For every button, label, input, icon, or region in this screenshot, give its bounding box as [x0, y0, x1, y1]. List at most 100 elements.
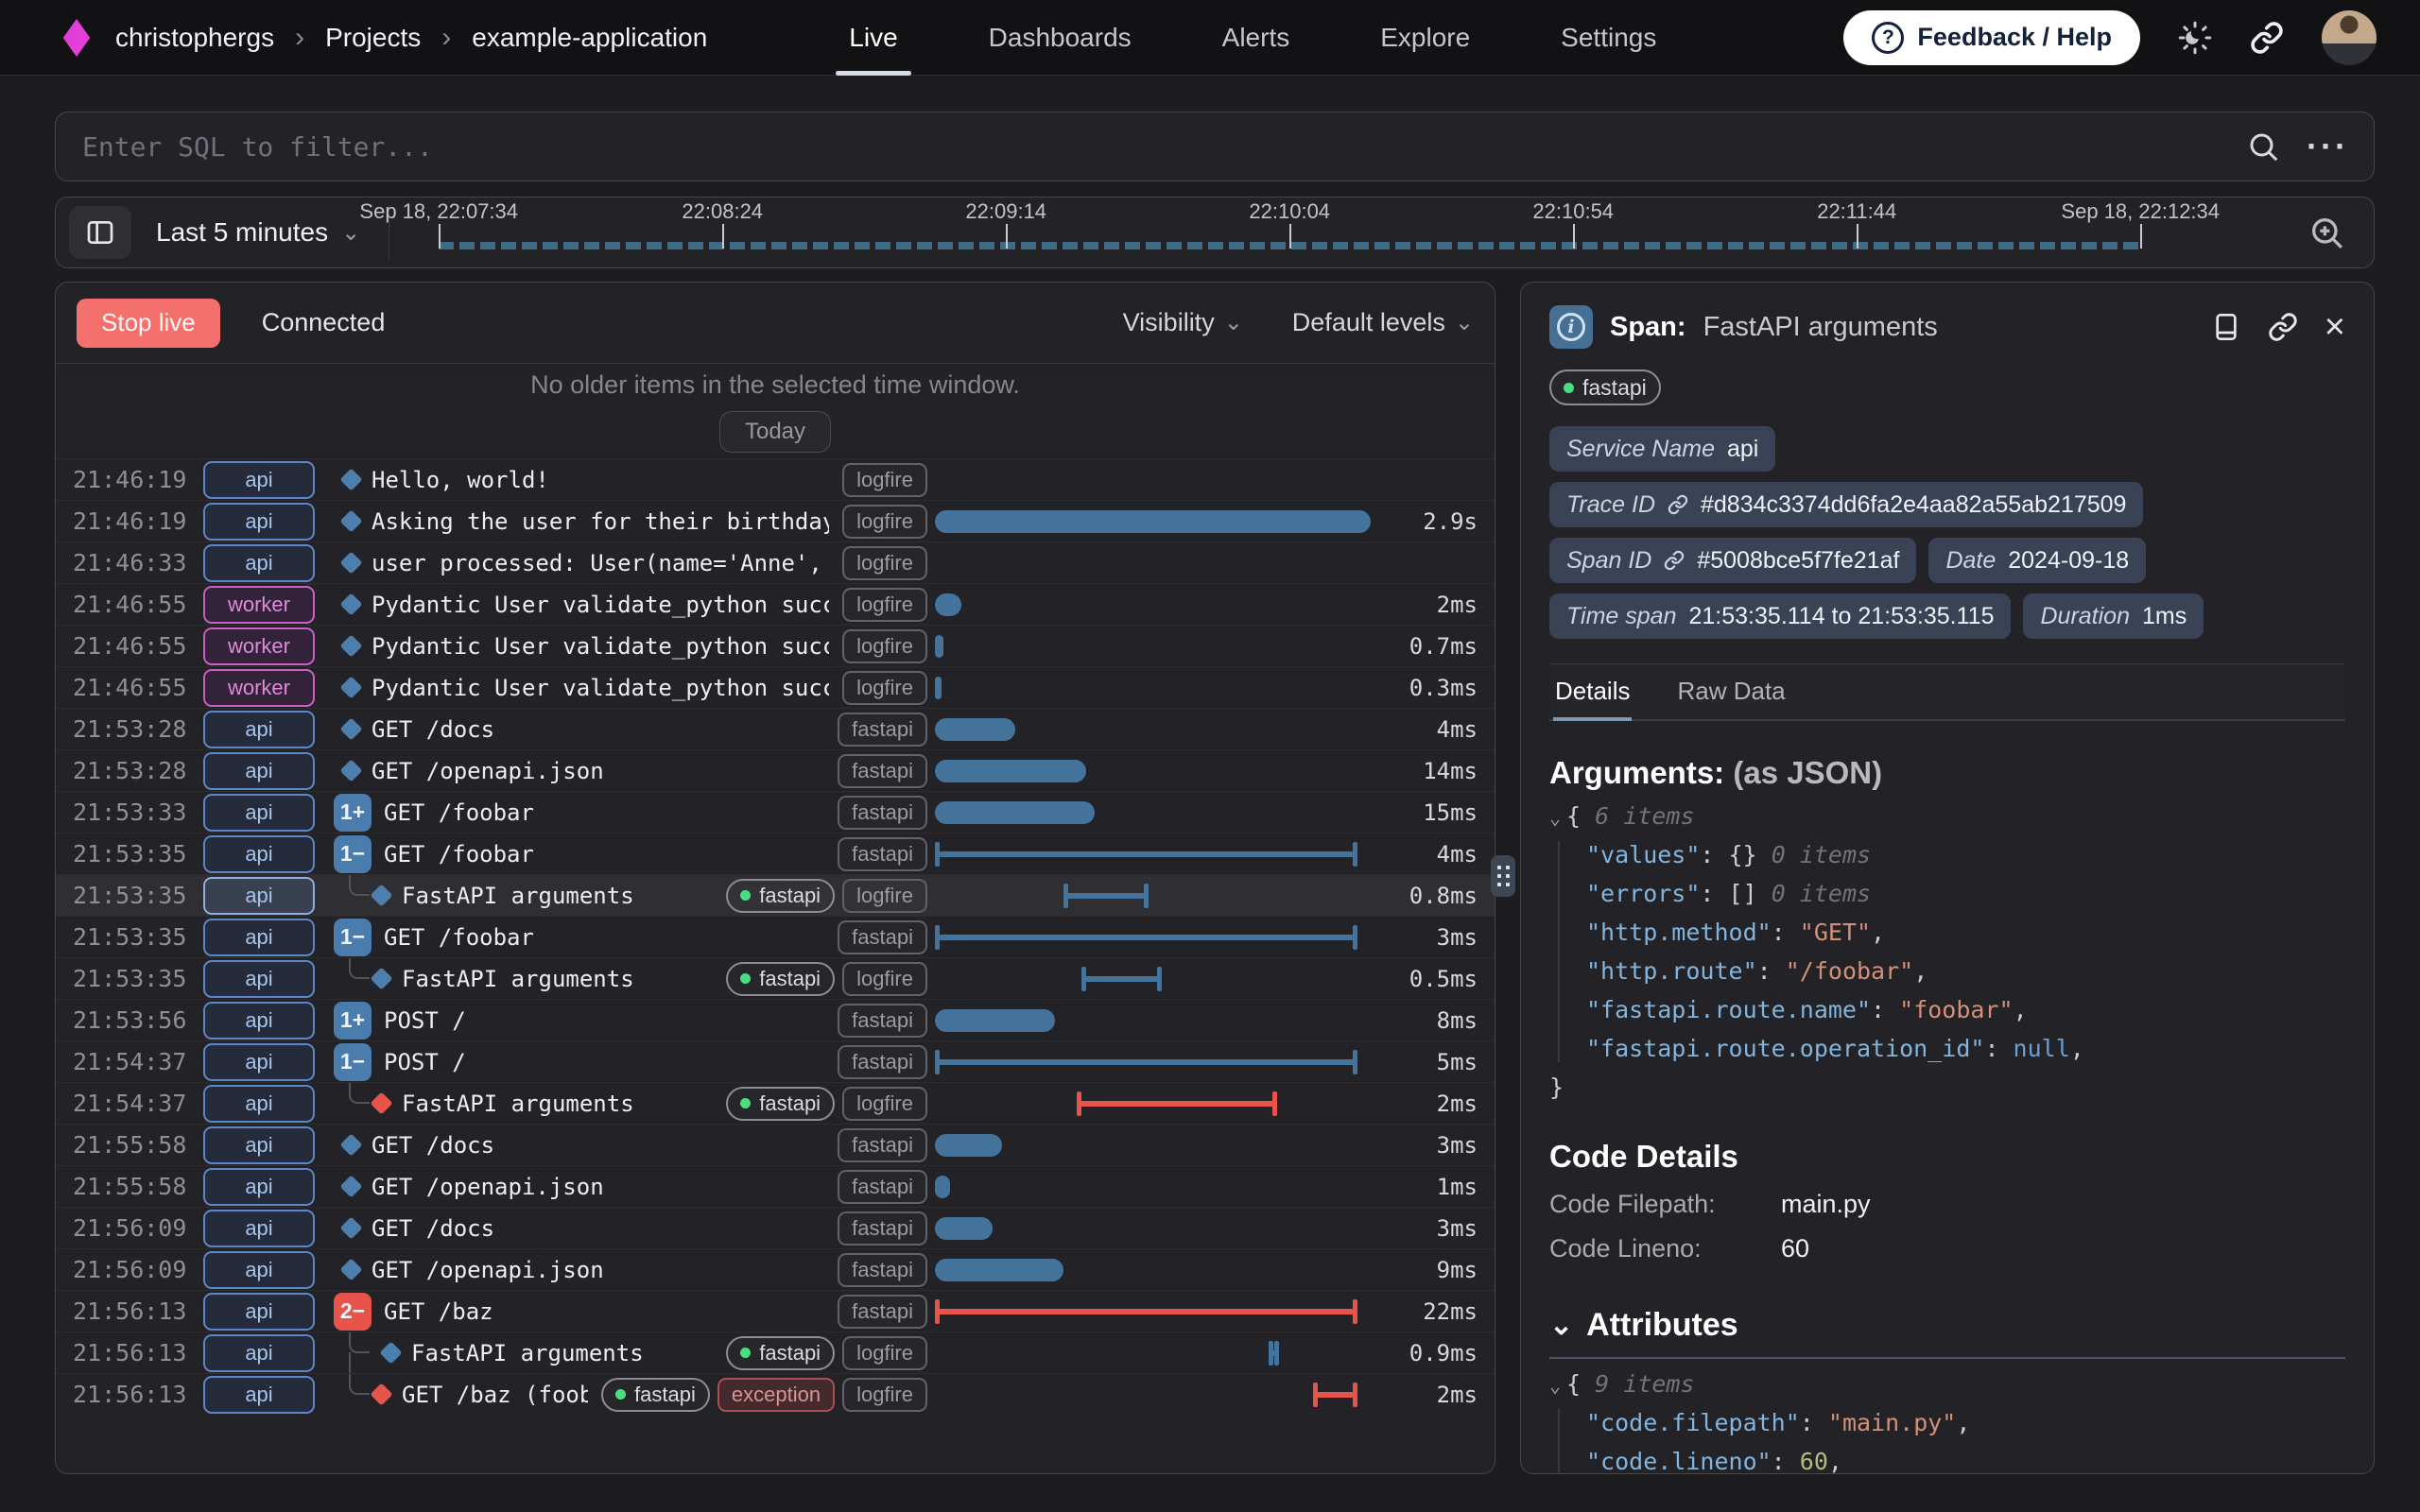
table-row[interactable]: 21:46:19 api Asking the user for their b…	[56, 500, 1495, 541]
scope-badge[interactable]: worker	[203, 669, 315, 707]
row-message[interactable]: POST /	[384, 1049, 466, 1075]
link-icon[interactable]	[1664, 550, 1685, 571]
row-message[interactable]: Pydantic User validate_python succe	[372, 633, 829, 660]
row-message[interactable]: user processed: User(name='Anne', c	[372, 550, 829, 576]
table-row[interactable]: 21:56:13 api GET /baz (foobar)fastapiexc…	[56, 1373, 1495, 1415]
theme-toggle-icon[interactable]	[2178, 21, 2212, 55]
tag-logfire[interactable]: logfire	[842, 463, 927, 497]
breadcrumb-org[interactable]: christophergs	[115, 23, 274, 53]
scope-badge[interactable]: api	[203, 1334, 315, 1372]
tag-fastapi[interactable]: fastapi	[838, 796, 927, 830]
tag-logfire[interactable]: logfire	[842, 1087, 927, 1121]
search-icon[interactable]	[2246, 129, 2280, 163]
tag-fastapi[interactable]: fastapi	[838, 837, 927, 871]
table-row[interactable]: 21:54:37 api FastAPI argumentsfastapilog…	[56, 1082, 1495, 1124]
tab-live[interactable]: Live	[849, 0, 897, 76]
table-row[interactable]: 21:55:58 api GET /docsfastapi 3ms	[56, 1124, 1495, 1165]
row-message[interactable]: GET /openapi.json	[372, 1174, 604, 1200]
row-message[interactable]: GET /foobar	[384, 924, 534, 951]
scope-badge[interactable]: api	[203, 1085, 315, 1123]
sql-filter-input[interactable]	[80, 130, 2246, 163]
row-message[interactable]: GET /openapi.json	[372, 758, 604, 784]
copy-link-icon[interactable]	[2268, 312, 2298, 342]
tag-logfire[interactable]: logfire	[842, 879, 927, 913]
scope-badge[interactable]: api	[203, 794, 315, 832]
sidebar-toggle-icon[interactable]	[69, 206, 131, 259]
scope-badge[interactable]: api	[203, 461, 315, 499]
scope-badge[interactable]: api	[203, 960, 315, 998]
tag-fastapi[interactable]: fastapi	[838, 1128, 927, 1162]
row-message[interactable]: Asking the user for their birthday	[372, 508, 829, 535]
collapse-caret-icon[interactable]: ⌄	[1549, 1374, 1561, 1397]
tag-fastapi[interactable]: fastapi	[726, 1336, 835, 1370]
share-link-icon[interactable]	[2250, 21, 2284, 55]
metadata-chip[interactable]: Span ID#5008bce5f7fe21af	[1549, 538, 1916, 583]
scope-badge[interactable]: api	[203, 1002, 315, 1040]
time-range-selector[interactable]: Last 5 minutes ⌄	[156, 217, 360, 248]
table-row[interactable]: 21:53:35 api FastAPI argumentsfastapilog…	[56, 874, 1495, 916]
attributes-toggle[interactable]: ⌄ Attributes	[1549, 1307, 2345, 1344]
tag-fastapi[interactable]: fastapi	[726, 879, 835, 913]
visibility-dropdown[interactable]: Visibility ⌄	[1123, 308, 1243, 337]
tab-dashboards[interactable]: Dashboards	[989, 0, 1132, 76]
row-message[interactable]: GET /docs	[372, 1132, 494, 1159]
scope-badge[interactable]: api	[203, 503, 315, 541]
scope-badge[interactable]: api	[203, 711, 315, 748]
tag-fastapi[interactable]: fastapi	[838, 1004, 927, 1038]
table-row[interactable]: 21:46:55 worker Pydantic User validate_p…	[56, 583, 1495, 625]
tag-logfire[interactable]: logfire	[842, 588, 927, 622]
scope-badge[interactable]: api	[203, 1376, 315, 1414]
more-options-icon[interactable]: ···	[2307, 137, 2349, 156]
scope-badge[interactable]: api	[203, 752, 315, 790]
scope-badge[interactable]: api	[203, 919, 315, 956]
table-row[interactable]: 21:56:09 api GET /docsfastapi 3ms	[56, 1207, 1495, 1248]
stop-live-button[interactable]: Stop live	[77, 299, 220, 348]
tag-fastapi[interactable]: fastapi	[838, 1170, 927, 1204]
row-message[interactable]: GET /foobar	[384, 799, 534, 826]
tag-logfire[interactable]: logfire	[842, 962, 927, 996]
scope-badge[interactable]: api	[203, 1168, 315, 1206]
row-message[interactable]: Pydantic User validate_python succe	[372, 675, 829, 701]
row-message[interactable]: GET /baz	[384, 1298, 493, 1325]
table-row[interactable]: 21:53:33 api 1+GET /foobarfastapi 15ms	[56, 791, 1495, 833]
row-message[interactable]: GET /baz (foobar)	[402, 1382, 588, 1408]
scope-badge[interactable]: api	[203, 835, 315, 873]
default-levels-dropdown[interactable]: Default levels ⌄	[1292, 308, 1474, 337]
collapse-count-badge[interactable]: 1+	[334, 1002, 372, 1040]
table-row[interactable]: 21:46:55 worker Pydantic User validate_p…	[56, 666, 1495, 708]
breadcrumb-projects[interactable]: Projects	[325, 23, 421, 53]
table-row[interactable]: 21:53:35 api FastAPI argumentsfastapilog…	[56, 957, 1495, 999]
collapse-count-badge[interactable]: 1+	[334, 794, 372, 832]
scope-badge[interactable]: api	[203, 877, 315, 915]
tab-explore[interactable]: Explore	[1380, 0, 1470, 76]
tag-exception[interactable]: exception	[717, 1378, 835, 1412]
table-row[interactable]: 21:56:13 api 2−GET /bazfastapi 22ms	[56, 1290, 1495, 1332]
tag-logfire[interactable]: logfire	[842, 505, 927, 539]
tag-fastapi[interactable]: fastapi	[838, 1295, 927, 1329]
scope-badge[interactable]: api	[203, 544, 315, 582]
fastapi-tag[interactable]: fastapi	[1549, 369, 1661, 405]
table-row[interactable]: 21:53:56 api 1+POST /fastapi 8ms	[56, 999, 1495, 1040]
tag-fastapi[interactable]: fastapi	[838, 713, 927, 747]
timeline-track[interactable]: Sep 18, 22:07:3422:08:2422:09:1422:10:04…	[408, 198, 2277, 267]
user-avatar[interactable]	[2322, 10, 2377, 65]
row-message[interactable]: Hello, world!	[372, 467, 549, 493]
collapse-caret-icon[interactable]: ⌄	[1549, 806, 1561, 829]
table-row[interactable]: 21:46:55 worker Pydantic User validate_p…	[56, 625, 1495, 666]
row-message[interactable]: FastAPI arguments	[402, 1091, 634, 1117]
tab-raw-data[interactable]: Raw Data	[1675, 664, 1787, 719]
table-row[interactable]: 21:53:28 api GET /docsfastapi 4ms	[56, 708, 1495, 749]
zoom-in-icon[interactable]	[2302, 213, 2351, 252]
metadata-chip[interactable]: Trace ID#d834c3374dd6fa2e4aa82a55ab21750…	[1549, 482, 2143, 527]
close-icon[interactable]: ×	[2325, 313, 2345, 341]
row-message[interactable]: POST /	[384, 1007, 466, 1034]
tag-fastapi[interactable]: fastapi	[726, 1087, 835, 1121]
feedback-help-button[interactable]: ? Feedback / Help	[1843, 10, 2140, 65]
tag-logfire[interactable]: logfire	[842, 546, 927, 580]
table-row[interactable]: 21:56:13 api FastAPI argumentsfastapilog…	[56, 1332, 1495, 1373]
tag-fastapi[interactable]: fastapi	[726, 962, 835, 996]
tag-logfire[interactable]: logfire	[842, 671, 927, 705]
row-message[interactable]: GET /docs	[372, 1215, 494, 1242]
row-message[interactable]: Pydantic User validate_python succe	[372, 592, 829, 618]
scope-badge[interactable]: worker	[203, 627, 315, 665]
